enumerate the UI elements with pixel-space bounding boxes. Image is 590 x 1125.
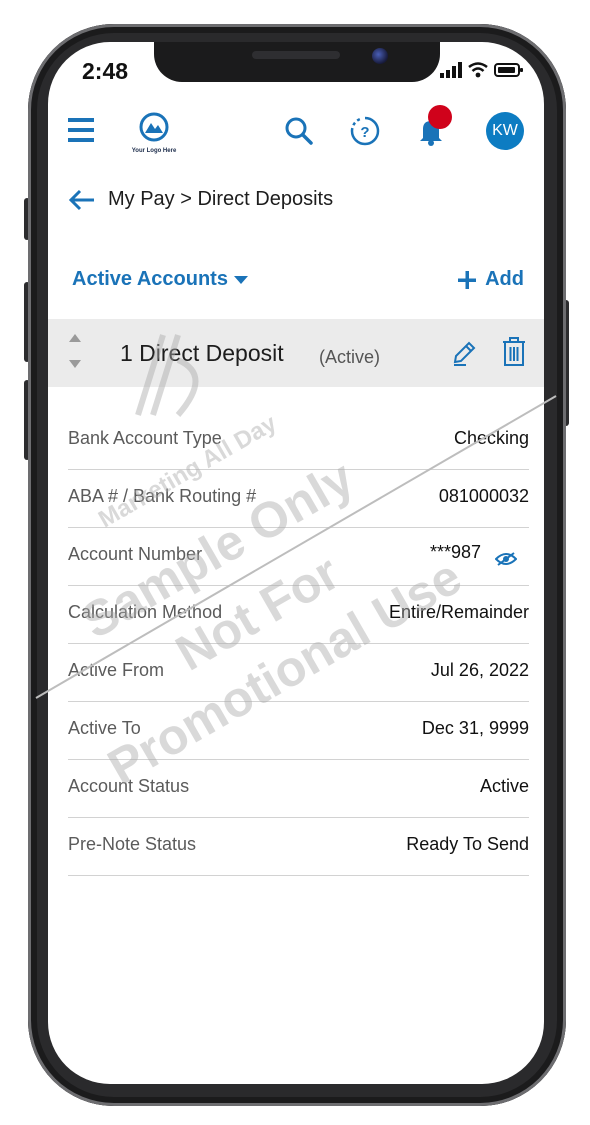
detail-label: Calculation Method [68, 602, 223, 622]
edit-icon[interactable] [450, 339, 478, 367]
detail-label: Pre-Note Status [68, 834, 197, 854]
detail-row-routing: ABA # / Bank Routing # 081000032 [68, 470, 529, 528]
speaker [252, 51, 340, 59]
phone-screen: 2:48 Your Logo Here ? KW My Pay > Direct… [48, 42, 544, 1084]
detail-row-calculation: Calculation Method Entire/Remainder [68, 586, 529, 644]
notch [154, 42, 440, 82]
detail-row-prenote-status: Pre-Note Status Ready To Send [68, 818, 529, 876]
reorder-control[interactable] [68, 333, 82, 369]
caret-down-icon [233, 275, 248, 284]
deposit-details: Bank Account Type Checking ABA # / Bank … [68, 412, 529, 876]
status-time: 2:48 [82, 58, 129, 84]
detail-value: Ready To Send [406, 834, 529, 854]
battery-icon [494, 63, 523, 77]
detail-row-account-status: Account Status Active [68, 760, 529, 818]
detail-value: 081000032 [438, 486, 529, 506]
detail-row-active-to: Active To Dec 31, 9999 [68, 702, 529, 760]
delete-icon[interactable] [502, 337, 526, 367]
detail-value: Checking [453, 428, 529, 448]
sort-down-icon[interactable] [68, 359, 82, 369]
status-icons [440, 62, 524, 78]
logo-mountain-icon [139, 112, 169, 142]
help-icon: ? [350, 116, 380, 146]
active-accounts-label: Active Accounts [72, 268, 228, 290]
detail-label: Bank Account Type [68, 428, 222, 448]
detail-label: Account Status [68, 776, 190, 796]
filter-row: Active Accounts Add [72, 266, 524, 296]
search-button[interactable] [282, 114, 316, 148]
camera [372, 48, 388, 64]
detail-label: Account Number [68, 544, 203, 564]
detail-row-account-type: Bank Account Type Checking [68, 412, 529, 470]
deposit-status: (Active) [319, 347, 381, 367]
detail-value: Entire/Remainder [388, 602, 529, 622]
detail-value: ***987 [429, 542, 481, 562]
breadcrumb: My Pay > Direct Deposits [68, 188, 333, 211]
svg-text:?: ? [360, 124, 369, 141]
show-account-icon[interactable] [495, 552, 517, 566]
logo[interactable]: Your Logo Here [128, 112, 180, 156]
wifi-icon [468, 62, 488, 78]
deposit-header: 1 Direct Deposit (Active) [48, 319, 544, 387]
back-arrow-icon[interactable] [68, 189, 96, 211]
active-accounts-dropdown[interactable]: Active Accounts [72, 268, 248, 291]
menu-icon[interactable] [68, 118, 94, 144]
sort-up-icon[interactable] [68, 333, 82, 343]
detail-label: Active To [68, 718, 141, 738]
detail-row-account-number: Account Number ***987 [68, 528, 529, 586]
breadcrumb-text[interactable]: My Pay > Direct Deposits [108, 188, 333, 211]
avatar[interactable]: KW [486, 112, 524, 150]
detail-row-active-from: Active From Jul 26, 2022 [68, 644, 529, 702]
add-button[interactable]: Add [457, 268, 524, 291]
detail-value: Dec 31, 9999 [421, 718, 529, 738]
detail-value: Jul 26, 2022 [430, 660, 529, 680]
search-icon [285, 117, 313, 145]
detail-value: Active [479, 776, 529, 796]
notification-badge [428, 105, 452, 129]
add-label: Add [485, 268, 524, 290]
app-header: Your Logo Here ? KW [48, 108, 544, 158]
signal-icon [440, 62, 462, 78]
plus-icon [458, 270, 477, 289]
detail-label: Active From [68, 660, 165, 680]
logo-text: Your Logo Here [131, 148, 177, 154]
detail-label: ABA # / Bank Routing # [68, 486, 257, 506]
help-button[interactable]: ? [348, 114, 382, 148]
deposit-title: 1 Direct Deposit [120, 340, 284, 366]
